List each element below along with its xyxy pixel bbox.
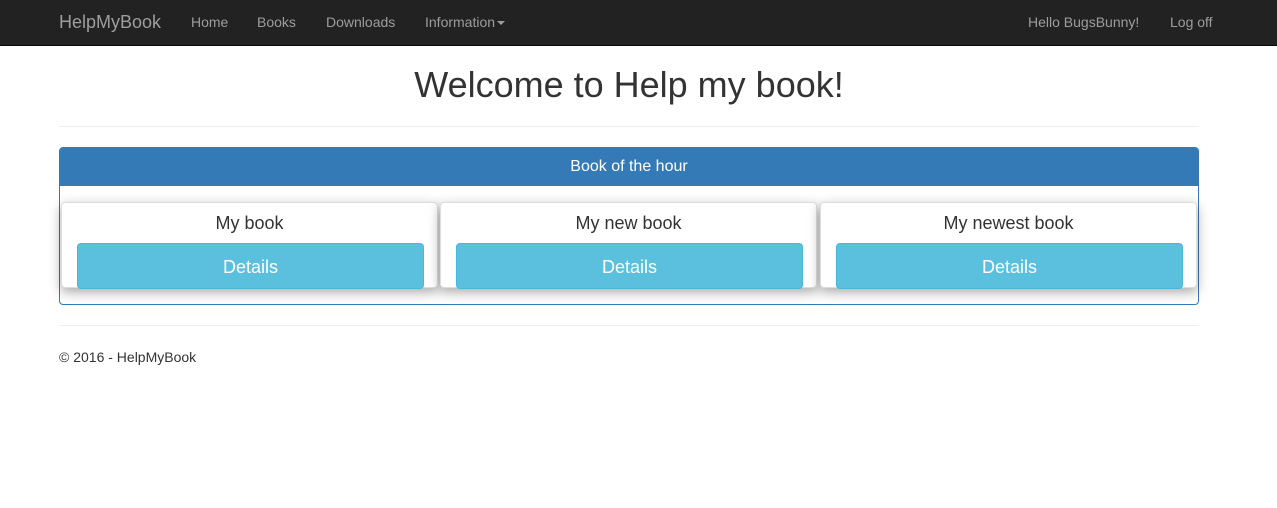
details-button[interactable]: Details [77, 243, 424, 289]
book-card: My newest book Details [820, 202, 1197, 289]
caret-down-icon [497, 21, 506, 26]
book-card: My book Details [61, 202, 438, 289]
top-navbar: HelpMyBook Home Books Downloads Informat… [0, 0, 1277, 46]
details-button[interactable]: Details [836, 243, 1183, 289]
nav-home-link[interactable]: Home [191, 13, 228, 31]
book-title: My newest book [943, 213, 1074, 233]
book-title: My new book [575, 213, 682, 233]
nav-books-link[interactable]: Books [257, 13, 296, 31]
title-divider [59, 126, 1199, 127]
nav-information-dropdown[interactable]: Information [425, 13, 506, 31]
brand-link[interactable]: HelpMyBook [59, 12, 161, 32]
footer-divider [59, 325, 1199, 326]
logoff-link[interactable]: Log off [1170, 13, 1213, 31]
details-button[interactable]: Details [456, 243, 803, 289]
user-greeting-link[interactable]: Hello BugsBunny! [1028, 13, 1139, 31]
nav-information-label: Information [425, 14, 496, 30]
book-of-hour-panel: Book of the hour My book Details My new … [59, 147, 1199, 305]
panel-heading: Book of the hour [60, 148, 1198, 186]
page-title: Welcome to Help my book! [414, 64, 844, 105]
nav-downloads-link[interactable]: Downloads [326, 13, 395, 31]
footer-copyright: © 2016 - HelpMyBook [59, 349, 197, 365]
book-title: My book [215, 213, 284, 233]
book-card: My new book Details [440, 202, 817, 289]
